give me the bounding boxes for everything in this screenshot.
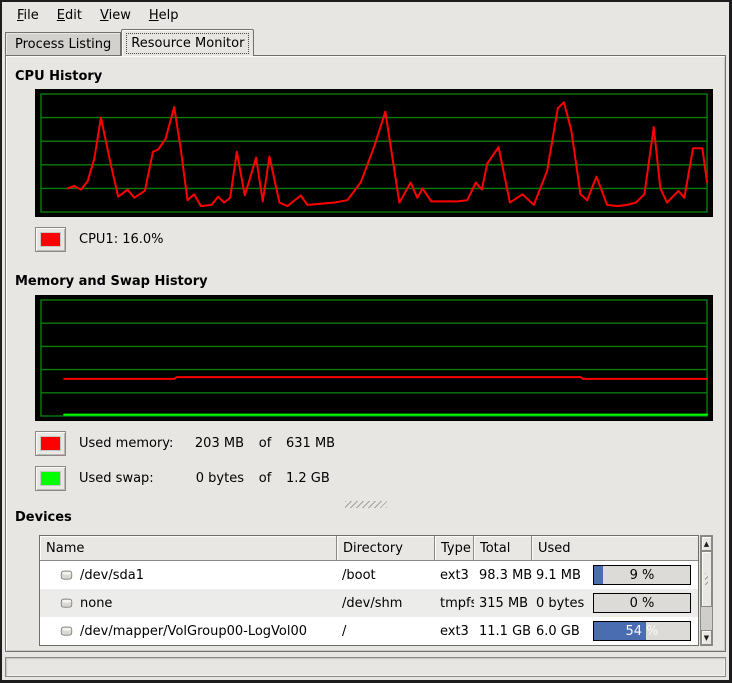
disk-icon: [58, 597, 75, 610]
menu-edit[interactable]: Edit: [48, 5, 91, 26]
device-used-cell: 6.0 GB 54 %: [532, 617, 698, 645]
notebook-tabs: Process Listing Resource Monitor: [2, 28, 729, 55]
scrollbar-thumb[interactable]: [701, 551, 712, 607]
progress-label: 0 %: [594, 594, 690, 612]
cpu-history-chart: [37, 91, 711, 215]
resource-monitor-page: CPU History CPU1: 16.0% Memory and Swap …: [5, 55, 726, 652]
menu-help[interactable]: Help: [140, 5, 188, 26]
progress-label: 54 %: [594, 622, 690, 640]
device-total-cell: 315 MB: [474, 589, 532, 617]
vertical-scrollbar[interactable]: ▲ ▼: [700, 535, 713, 646]
usage-progress-bar: 0 %: [593, 593, 691, 613]
table-row[interactable]: /dev/sda1 /boot ext3 98.3 MB 9.1 MB 9 %: [40, 561, 698, 589]
cpu-legend-label: CPU1: 16.0%: [79, 232, 164, 247]
cpu-color-swatch-button[interactable]: [35, 227, 66, 252]
device-directory-cell: /dev/shm: [337, 589, 435, 617]
down-arrow-icon: ▼: [704, 634, 709, 642]
menu-view[interactable]: View: [91, 5, 140, 26]
memory-history-title: Memory and Swap History: [15, 274, 725, 289]
status-bar: [5, 657, 726, 677]
devices-table: Name Directory Type Total Used /dev/sda1…: [39, 535, 699, 646]
memory-color-swatch: [40, 436, 61, 451]
used-memory-label: Used memory:: [79, 436, 182, 451]
cpu-color-swatch: [40, 232, 61, 247]
cpu-legend: CPU1: 16.0%: [35, 227, 725, 252]
device-directory-cell: /: [337, 617, 435, 645]
device-used-cell: 0 bytes 0 %: [532, 589, 698, 617]
devices-table-body: /dev/sda1 /boot ext3 98.3 MB 9.1 MB 9 %: [40, 561, 698, 645]
device-directory-cell: /boot: [337, 561, 435, 589]
table-row[interactable]: /dev/mapper/VolGroup00-LogVol00 / ext3 1…: [40, 617, 698, 645]
cpu-history-title: CPU History: [15, 69, 725, 84]
used-memory-of: of: [244, 436, 286, 451]
column-header-type[interactable]: Type: [435, 536, 474, 561]
device-name-cell: /dev/mapper/VolGroup00-LogVol00: [40, 617, 337, 645]
column-header-total[interactable]: Total: [474, 536, 532, 561]
up-arrow-icon: ▲: [704, 540, 709, 548]
swap-color-swatch: [40, 471, 61, 486]
menu-file[interactable]: File: [8, 5, 48, 26]
used-swap-of: of: [244, 471, 286, 486]
usage-progress-bar: 9 %: [593, 565, 691, 585]
used-swap-legend: Used swap: 0 bytes of 1.2 GB: [35, 466, 725, 491]
column-header-used[interactable]: Used: [532, 536, 698, 561]
total-swap-value: 1.2 GB: [286, 471, 330, 486]
system-monitor-window: File Edit View Help Process Listing Reso…: [0, 0, 732, 683]
device-type-cell: ext3: [435, 617, 474, 645]
memory-swap-graph: [35, 295, 713, 421]
memory-swap-chart: [37, 297, 711, 419]
used-memory-value: 203 MB: [182, 436, 244, 451]
used-swap-value: 0 bytes: [182, 471, 244, 486]
usage-progress-bar: 54 %: [593, 621, 691, 641]
scrollbar-down-button[interactable]: ▼: [701, 630, 712, 645]
column-header-directory[interactable]: Directory: [337, 536, 435, 561]
devices-title: Devices: [15, 510, 725, 525]
device-name-cell: /dev/sda1: [40, 561, 337, 589]
tab-resource-monitor[interactable]: Resource Monitor: [121, 29, 254, 56]
device-type-cell: ext3: [435, 561, 474, 589]
device-total-cell: 98.3 MB: [474, 561, 532, 589]
scrollbar-up-button[interactable]: ▲: [701, 536, 712, 551]
device-name-cell: none: [40, 589, 337, 617]
device-type-cell: tmpfs: [435, 589, 474, 617]
device-used-cell: 9.1 MB 9 %: [532, 561, 698, 589]
pane-resize-grip[interactable]: [345, 501, 387, 508]
disk-icon: [58, 569, 75, 582]
devices-table-wrap: Name Directory Type Total Used /dev/sda1…: [39, 535, 713, 646]
swap-color-swatch-button[interactable]: [35, 466, 66, 491]
cpu-history-graph: [35, 89, 713, 217]
used-swap-label: Used swap:: [79, 471, 182, 486]
scrollbar-trough[interactable]: [701, 607, 712, 630]
column-header-name[interactable]: Name: [40, 536, 337, 561]
total-memory-value: 631 MB: [286, 436, 335, 451]
menu-bar: File Edit View Help: [2, 2, 729, 28]
used-memory-legend: Used memory: 203 MB of 631 MB: [35, 431, 725, 456]
memory-color-swatch-button[interactable]: [35, 431, 66, 456]
table-row[interactable]: none /dev/shm tmpfs 315 MB 0 bytes 0 %: [40, 589, 698, 617]
tab-process-listing[interactable]: Process Listing: [5, 32, 121, 55]
device-total-cell: 11.1 GB: [474, 617, 532, 645]
devices-table-header: Name Directory Type Total Used: [40, 536, 698, 561]
progress-label: 9 %: [594, 566, 690, 584]
disk-icon: [58, 625, 75, 638]
